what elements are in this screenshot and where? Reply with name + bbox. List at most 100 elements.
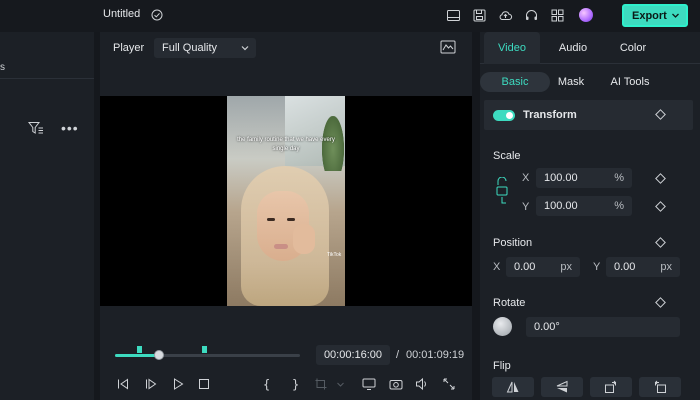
svg-text:{: {	[263, 378, 270, 392]
marker-out[interactable]	[202, 346, 207, 353]
apps-grid-icon[interactable]	[550, 8, 565, 23]
transform-title: Transform	[523, 109, 577, 121]
position-y-axis: Y	[593, 261, 601, 273]
position-x-input[interactable]: 0.00 px	[506, 257, 580, 277]
fullscreen-icon[interactable]	[442, 377, 456, 391]
scale-x-unit: %	[614, 172, 624, 184]
export-button[interactable]: Export	[622, 4, 688, 27]
user-avatar[interactable]	[579, 8, 593, 22]
scale-x-input[interactable]: 100.00 %	[536, 168, 632, 188]
scale-y-unit: %	[614, 200, 624, 212]
chevron-down-icon	[672, 13, 679, 18]
snapshot-icon[interactable]	[389, 377, 403, 391]
quality-value: Full Quality	[162, 42, 218, 54]
rotate-input[interactable]: 0.00°	[526, 317, 680, 337]
tab-audio[interactable]: Audio	[548, 32, 598, 64]
rotate-value: 0.00°	[534, 321, 560, 333]
flip-horizontal-icon	[506, 381, 519, 393]
export-label: Export	[632, 9, 667, 22]
position-y-input[interactable]: 0.00 px	[606, 257, 680, 277]
position-y-unit: px	[660, 261, 672, 273]
position-x-axis: X	[493, 261, 501, 273]
flip-controls	[492, 377, 682, 397]
crop-icon[interactable]	[314, 377, 328, 391]
marker-in[interactable]	[137, 346, 142, 353]
tab-color[interactable]: Color	[608, 32, 658, 64]
subtab-ai-tools[interactable]: AI Tools	[608, 72, 652, 92]
previous-frame-icon[interactable]	[116, 377, 130, 391]
player-panel: Player Full Quality the family routine t…	[100, 32, 472, 400]
properties-panel: Video Audio Color Basic Mask AI Tools Tr…	[480, 32, 700, 400]
position-x-unit: px	[560, 261, 572, 273]
rotate-counterclockwise-icon	[654, 380, 666, 393]
playback-timeline[interactable]	[115, 354, 300, 357]
transform-toggle[interactable]	[493, 110, 515, 121]
video-caption: the family routine that we have every si…	[237, 137, 335, 152]
scale-x-value: 100.00	[544, 172, 578, 184]
preview-stage[interactable]: the family routine that we have every si…	[100, 96, 472, 306]
saved-check-icon	[151, 9, 163, 21]
divider	[0, 78, 94, 79]
rotate-label: Rotate	[493, 297, 526, 309]
tiktok-watermark: TikTok	[327, 252, 342, 258]
cloud-upload-icon[interactable]	[498, 8, 513, 23]
position-x-value: 0.00	[514, 261, 536, 273]
quality-select[interactable]: Full Quality	[154, 38, 256, 58]
keyframe-diamond-icon[interactable]	[655, 109, 666, 120]
properties-tabs: Video Audio Color	[480, 32, 700, 64]
display-icon[interactable]	[362, 377, 376, 391]
mark-out-icon[interactable]: }	[289, 377, 303, 392]
eye-right	[287, 218, 295, 221]
player-header: Player Full Quality	[100, 32, 472, 64]
rotate-clockwise-button[interactable]	[590, 377, 632, 397]
eye-left	[267, 218, 275, 221]
subtab-mask[interactable]: Mask	[552, 72, 590, 92]
save-icon[interactable]	[472, 8, 487, 23]
svg-text:}: }	[292, 378, 299, 392]
project-title[interactable]: Untitled	[103, 8, 140, 20]
keyframe-diamond-icon[interactable]	[655, 173, 666, 184]
stop-icon[interactable]	[197, 377, 211, 391]
rotate-counterclockwise-button[interactable]	[639, 377, 681, 397]
position-y-value: 0.00	[614, 261, 636, 273]
total-time: 00:01:09:19	[406, 349, 465, 361]
flip-horizontal-button[interactable]	[492, 377, 534, 397]
scale-y-value: 100.00	[544, 200, 578, 212]
link-lock-icon[interactable]	[495, 177, 509, 205]
keyframe-diamond-icon[interactable]	[655, 297, 666, 308]
video-scope-icon[interactable]	[440, 40, 456, 54]
chevron-down-icon	[241, 46, 249, 51]
scale-label: Scale	[493, 150, 521, 162]
next-frame-icon[interactable]	[144, 377, 158, 391]
flip-label: Flip	[493, 360, 511, 372]
rotate-clockwise-icon	[605, 380, 617, 393]
keyframe-diamond-icon[interactable]	[655, 201, 666, 212]
chevron-down-icon[interactable]	[336, 377, 345, 391]
player-label: Player	[113, 42, 145, 54]
top-toolbar	[446, 8, 565, 23]
play-icon[interactable]	[171, 377, 185, 391]
more-options-icon[interactable]: •••	[61, 121, 79, 135]
headset-icon[interactable]	[524, 8, 539, 23]
playhead-handle[interactable]	[154, 350, 165, 360]
scale-x-axis: X	[522, 172, 530, 184]
media-panel: s •••	[0, 32, 94, 400]
tab-video[interactable]: Video	[484, 32, 540, 64]
flip-vertical-icon	[556, 380, 568, 393]
keyframe-diamond-icon[interactable]	[655, 237, 666, 248]
lips	[274, 244, 288, 249]
flip-vertical-button[interactable]	[541, 377, 583, 397]
current-time[interactable]: 00:00:16:00	[316, 345, 390, 365]
filter-icon[interactable]	[28, 121, 44, 135]
scale-y-axis: Y	[522, 201, 530, 213]
volume-icon[interactable]	[415, 377, 429, 391]
hand	[293, 224, 315, 254]
timeline-progress	[115, 354, 160, 357]
subtab-basic[interactable]: Basic	[480, 72, 550, 92]
top-bar: Untitled Export	[0, 0, 700, 32]
mark-in-icon[interactable]: {	[260, 377, 274, 392]
scale-y-input[interactable]: 100.00 %	[536, 196, 632, 216]
rotate-dial[interactable]	[493, 317, 512, 336]
layout-icon[interactable]	[446, 8, 461, 23]
video-frame: the family routine that we have every si…	[227, 96, 345, 306]
